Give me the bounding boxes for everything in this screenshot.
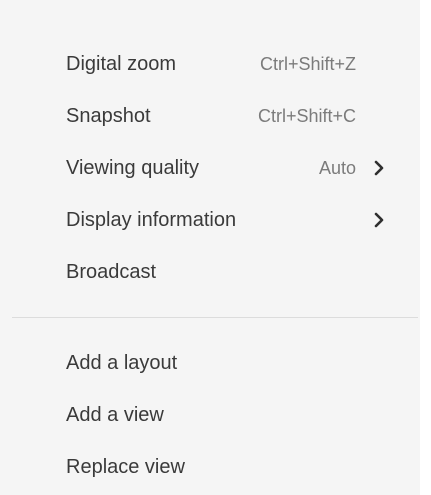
menu-group-layout-options: Add a layout Add a view Replace view	[0, 337, 420, 493]
menu-item-label: Add a view	[66, 403, 164, 426]
menu-item-label: Digital zoom	[66, 52, 177, 75]
menu-item-label: Broadcast	[66, 260, 157, 283]
chevron-right-icon	[368, 209, 390, 231]
menu-item-label: Add a layout	[66, 351, 178, 374]
menu-item-replace-view[interactable]: Replace view	[0, 441, 420, 493]
menu-item-viewing-quality[interactable]: Viewing quality Auto	[0, 142, 420, 194]
chevron-right-icon	[368, 157, 390, 179]
menu-item-display-information[interactable]: Display information	[0, 194, 420, 246]
menu-item-label: Snapshot	[66, 104, 151, 127]
menu-item-label: Display information	[66, 208, 237, 231]
menu-item-label: Viewing quality	[66, 156, 200, 179]
context-menu: Digital zoom Ctrl+Shift+Z Snapshot Ctrl+…	[0, 0, 420, 495]
menu-item-add-layout[interactable]: Add a layout	[0, 337, 420, 389]
menu-divider	[12, 317, 418, 318]
current-value: Auto	[318, 157, 356, 178]
menu-item-digital-zoom[interactable]: Digital zoom Ctrl+Shift+Z	[0, 38, 420, 90]
keyboard-shortcut: Ctrl+Shift+C	[257, 105, 356, 126]
menu-group-view-options: Digital zoom Ctrl+Shift+Z Snapshot Ctrl+…	[0, 38, 420, 298]
menu-item-add-view[interactable]: Add a view	[0, 389, 420, 441]
menu-item-broadcast[interactable]: Broadcast	[0, 246, 420, 298]
menu-item-snapshot[interactable]: Snapshot Ctrl+Shift+C	[0, 90, 420, 142]
keyboard-shortcut: Ctrl+Shift+Z	[259, 53, 356, 74]
menu-item-label: Replace view	[66, 455, 185, 478]
